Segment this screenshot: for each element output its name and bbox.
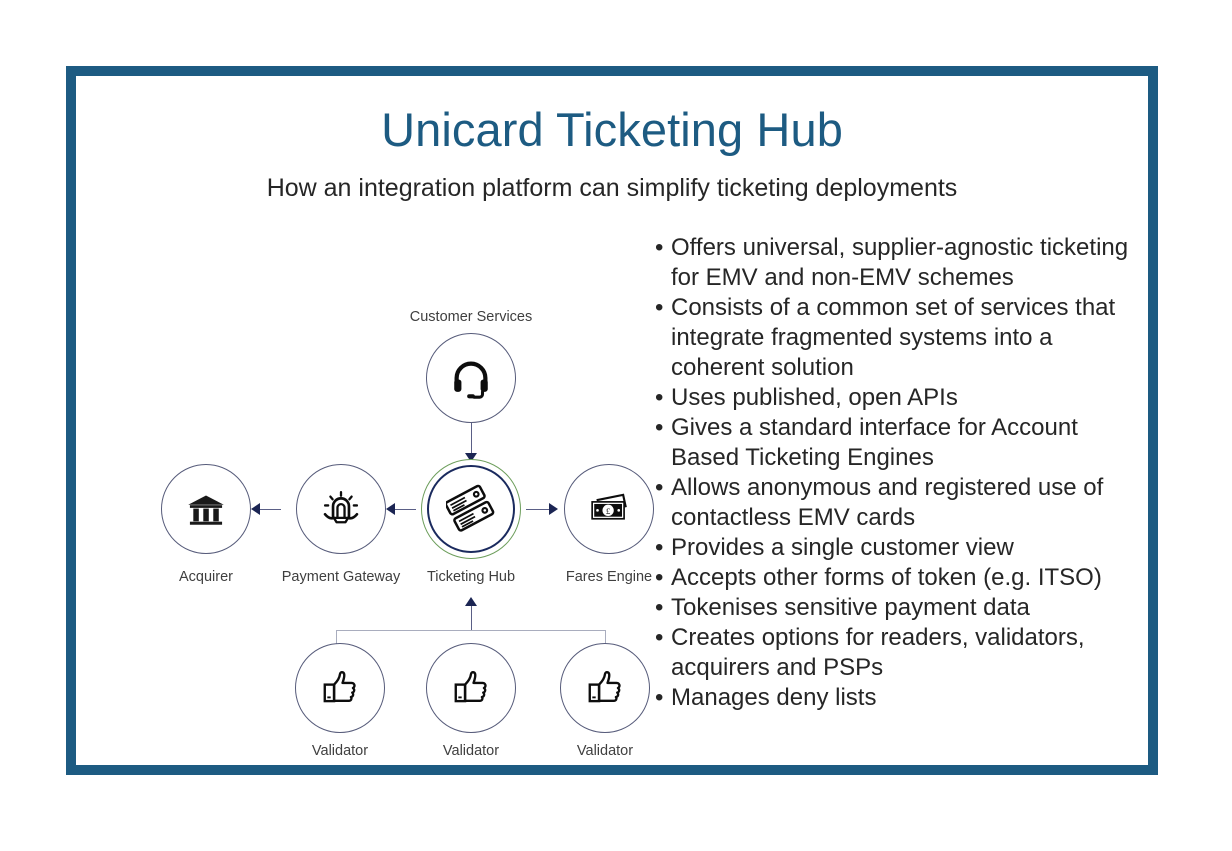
node-circle-validator-2[interactable] [426,643,516,733]
list-item-text: Allows anonymous and registered use of c… [671,474,1104,531]
list-item: • Gives a standard interface for Account… [649,413,1149,473]
bullet-marker: • [655,684,664,711]
node-circle-customer-services[interactable] [426,333,516,423]
feature-bullet-list: • Offers universal, supplier-agnostic ti… [649,233,1149,713]
list-item: • Creates options for readers, validator… [649,623,1149,683]
list-item-text: Uses published, open APIs [671,384,958,411]
slide-frame: Unicard Ticketing Hub How an integration… [66,66,1158,775]
arrowhead-left-to-payment-gateway [386,503,395,515]
hub-inner-ring[interactable] [427,465,515,553]
bank-icon [188,495,224,525]
list-item-text: Provides a single customer view [671,534,1014,561]
bullet-marker: • [655,234,664,261]
node-label-acquirer: Acquirer [179,569,233,585]
connector-validators-to-hub [470,606,472,631]
arrowhead-right-to-fares-engine [549,503,558,515]
node-label-validator-1: Validator [311,743,369,759]
node-circle-payment-gateway[interactable] [296,464,386,554]
node-circle-validator-1[interactable] [295,643,385,733]
list-item: • Allows anonymous and registered use of… [649,473,1149,533]
list-item: • Uses published, open APIs [649,383,1149,413]
arrowhead-up-to-hub [465,597,477,606]
bullet-marker: • [655,384,664,411]
page-title: Unicard Ticketing Hub [381,103,843,156]
bullet-marker: • [655,414,664,441]
thumbs-up-icon [323,671,356,703]
list-item: • Manages deny lists [649,683,1149,713]
list-item: • Offers universal, supplier-agnostic ti… [649,233,1149,293]
bullet-marker: • [655,594,664,621]
thumbs-up-icon [454,671,487,703]
node-label-payment-gateway: Payment Gateway [281,569,401,585]
headset-icon [454,361,488,399]
list-item-text: Creates options for readers, validators,… [671,624,1085,681]
bullet-marker: • [655,474,664,501]
list-item: • Accepts other forms of token (e.g. ITS… [649,563,1149,593]
tickets-icon [446,484,495,532]
page-subtitle: How an integration platform can simplify… [266,174,958,202]
svg-text:£: £ [606,506,611,516]
node-circle-acquirer[interactable] [161,464,251,554]
list-item-text: Gives a standard interface for Account B… [671,414,1078,471]
node-label-validator-2: Validator [442,743,500,759]
connector-customer-services-to-hub [470,423,472,457]
gateway-lamp-icon [323,491,359,524]
node-label-customer-services: Customer Services [409,309,533,325]
bullet-marker: • [655,534,664,561]
node-label-validator-3: Validator [576,743,634,759]
list-item-text: Accepts other forms of token (e.g. ITSO) [671,564,1102,591]
bullet-marker: • [655,564,664,591]
bullet-marker: • [655,624,664,651]
list-item: • Tokenises sensitive payment data [649,593,1149,623]
banknote-pound-icon: £ [591,493,627,520]
bullet-marker: • [655,294,664,321]
connector-payment-gateway-to-acquirer [257,508,281,510]
list-item: • Provides a single customer view [649,533,1149,563]
node-circle-validator-3[interactable] [560,643,650,733]
connector-hub-to-fares-engine [526,508,551,510]
slide-canvas: Unicard Ticketing Hub How an integration… [0,0,1232,851]
list-item: • Consists of a common set of services t… [649,293,1149,383]
thumbs-up-icon [588,671,621,703]
connector-hub-to-payment-gateway [392,508,416,510]
list-item-text: Consists of a common set of services tha… [671,294,1116,381]
arrowhead-left-to-acquirer [251,503,260,515]
node-circle-fares-engine[interactable]: £ [564,464,654,554]
list-item-text: Manages deny lists [671,684,877,711]
list-item-text: Offers universal, supplier-agnostic tick… [671,234,1129,291]
list-item-text: Tokenises sensitive payment data [671,594,1030,621]
architecture-diagram: Customer Services Ticketing Hub £ Fares … [96,231,656,759]
